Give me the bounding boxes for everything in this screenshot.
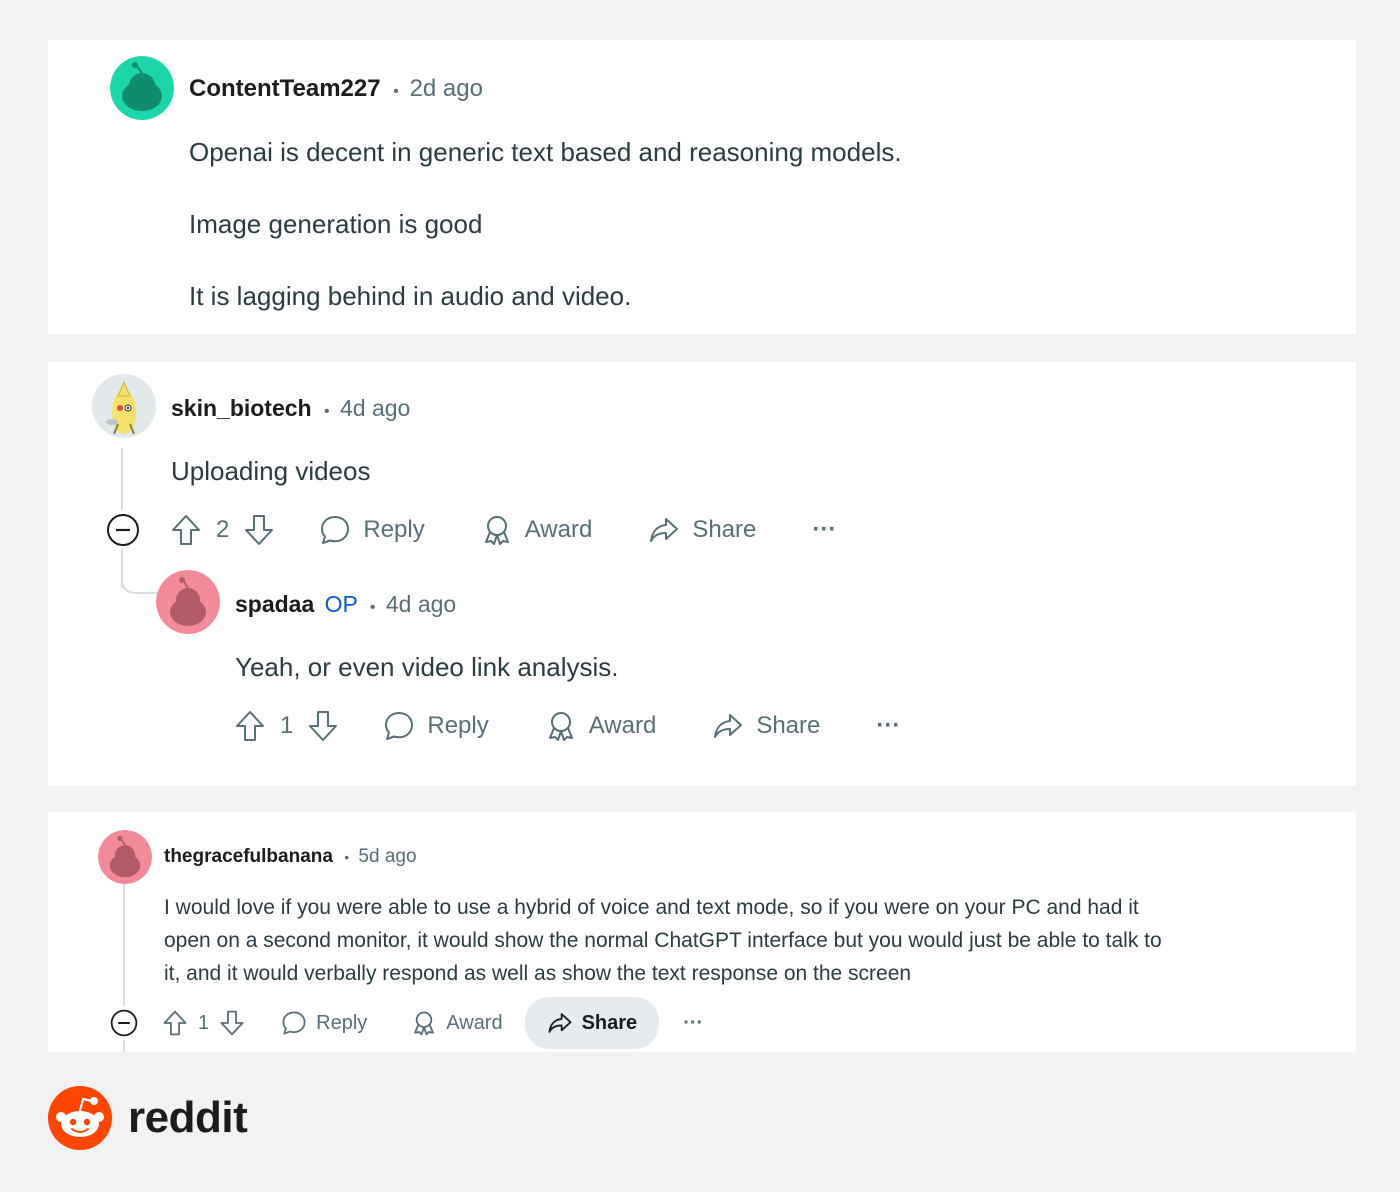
- downvote-button[interactable]: [219, 1009, 245, 1037]
- award-label: Award: [588, 712, 657, 739]
- comment-body-line: Openai is decent in generic text based a…: [189, 137, 902, 167]
- username[interactable]: ContentTeam227: [189, 75, 381, 102]
- comment-body-line: it, and it would verbally respond as wel…: [164, 962, 912, 985]
- comment-actions: 2 Reply Award Share ···: [106, 512, 836, 548]
- thread-line[interactable]: [121, 448, 123, 510]
- separator: •: [344, 849, 350, 865]
- share-arrow-icon: [714, 714, 743, 738]
- comment-actions: 1 Reply Award Share ···: [234, 708, 900, 744]
- minus-circle-icon: [110, 1009, 138, 1037]
- award-ribbon-icon: [548, 712, 573, 741]
- thread-branch: [121, 558, 161, 594]
- speech-bubble-icon: [385, 712, 414, 740]
- timestamp[interactable]: 4d ago: [340, 395, 410, 421]
- avatar[interactable]: [110, 56, 174, 120]
- avatar[interactable]: [156, 570, 220, 634]
- more-options-button[interactable]: ···: [683, 1012, 703, 1035]
- snoo-avatar-icon: [98, 830, 152, 884]
- award-button[interactable]: Award: [545, 710, 657, 742]
- comment-card-1: ContentTeam227 • 2d ago Openai is decent…: [48, 40, 1356, 334]
- comment-header: thegracefulbanana • 5d ago: [164, 845, 417, 869]
- username[interactable]: thegracefulbanana: [164, 846, 333, 867]
- award-button[interactable]: Award: [481, 514, 593, 546]
- share-button[interactable]: Share: [648, 514, 756, 546]
- vote-count: 1: [198, 1011, 210, 1034]
- reddit-logo: reddit: [48, 1086, 248, 1150]
- snoo-avatar-icon: [156, 570, 220, 634]
- more-options-button[interactable]: ···: [876, 712, 900, 740]
- award-button[interactable]: Award: [411, 1010, 503, 1036]
- username[interactable]: spadaa: [235, 591, 314, 617]
- award-label: Award: [524, 516, 593, 543]
- award-label: Award: [446, 1011, 503, 1034]
- timestamp[interactable]: 5d ago: [358, 846, 416, 867]
- snoo-banana-avatar-icon: [92, 374, 156, 438]
- arrow-down-icon: [309, 711, 338, 741]
- downvote-button[interactable]: [243, 513, 275, 547]
- comment-body-line: I would love if you were able to use a h…: [164, 896, 1139, 919]
- arrow-up-icon: [163, 1010, 187, 1036]
- share-button[interactable]: Share: [712, 710, 820, 742]
- reply-button[interactable]: Reply: [383, 710, 489, 742]
- separator: •: [324, 403, 330, 420]
- vote-count: 2: [216, 516, 230, 543]
- reddit-wordmark: reddit: [128, 1093, 248, 1142]
- comment-actions: 1 Reply Award Share ···: [110, 996, 703, 1050]
- separator: •: [369, 599, 376, 616]
- share-label: Share: [581, 1011, 638, 1034]
- vote-count: 1: [280, 712, 294, 739]
- avatar[interactable]: [92, 374, 156, 438]
- comment-header: ContentTeam227 • 2d ago: [189, 75, 483, 106]
- snoo-avatar-icon: [110, 56, 174, 120]
- share-label: Share: [756, 712, 821, 739]
- timestamp[interactable]: 4d ago: [386, 591, 456, 617]
- reply-label: Reply: [363, 516, 425, 543]
- reply-label: Reply: [316, 1011, 368, 1034]
- separator: •: [393, 83, 399, 100]
- arrow-down-icon: [220, 1010, 244, 1036]
- downvote-button[interactable]: [307, 709, 339, 743]
- arrow-up-icon: [236, 711, 264, 741]
- comment-body-line: Yeah, or even video link analysis.: [235, 652, 619, 682]
- avatar[interactable]: [98, 830, 152, 884]
- comment-header: skin_biotech • 4d ago: [171, 394, 410, 426]
- thread-line[interactable]: [123, 884, 125, 1006]
- speech-bubble-icon: [282, 1011, 306, 1035]
- reddit-snoo-icon: [48, 1086, 112, 1150]
- op-badge: OP: [324, 591, 358, 617]
- reply-button[interactable]: Reply: [319, 514, 425, 546]
- minus-circle-icon: [107, 514, 139, 546]
- share-arrow-icon: [650, 518, 679, 542]
- comment-body-line: Image generation is good: [189, 209, 483, 239]
- share-label: Share: [692, 516, 757, 543]
- more-options-button[interactable]: ···: [812, 516, 836, 544]
- share-arrow-icon: [548, 1013, 572, 1033]
- arrow-up-icon: [172, 515, 200, 545]
- share-button[interactable]: Share: [524, 997, 660, 1049]
- reply-label: Reply: [427, 712, 489, 739]
- upvote-button[interactable]: [234, 709, 266, 743]
- award-ribbon-icon: [484, 516, 509, 545]
- comment-body-line: It is lagging behind in audio and video.: [189, 281, 632, 311]
- comment-body-line: Uploading videos: [171, 456, 371, 486]
- comment-body-line: open on a second monitor, it would show …: [164, 929, 1162, 952]
- comment-card-2: skin_biotech • 4d ago Uploading videos 2…: [48, 362, 1356, 786]
- speech-bubble-icon: [321, 516, 350, 544]
- collapse-button[interactable]: [110, 1009, 138, 1037]
- reply-button[interactable]: Reply: [281, 1010, 367, 1036]
- username[interactable]: skin_biotech: [171, 395, 312, 421]
- timestamp[interactable]: 2d ago: [410, 75, 483, 102]
- comment-header: spadaa OP • 4d ago: [235, 590, 456, 622]
- comment-card-3: thegracefulbanana • 5d ago I would love …: [48, 812, 1356, 1052]
- arrow-down-icon: [245, 515, 274, 545]
- award-ribbon-icon: [414, 1011, 435, 1036]
- upvote-button[interactable]: [162, 1009, 188, 1037]
- collapse-button[interactable]: [106, 513, 140, 547]
- upvote-button[interactable]: [170, 513, 202, 547]
